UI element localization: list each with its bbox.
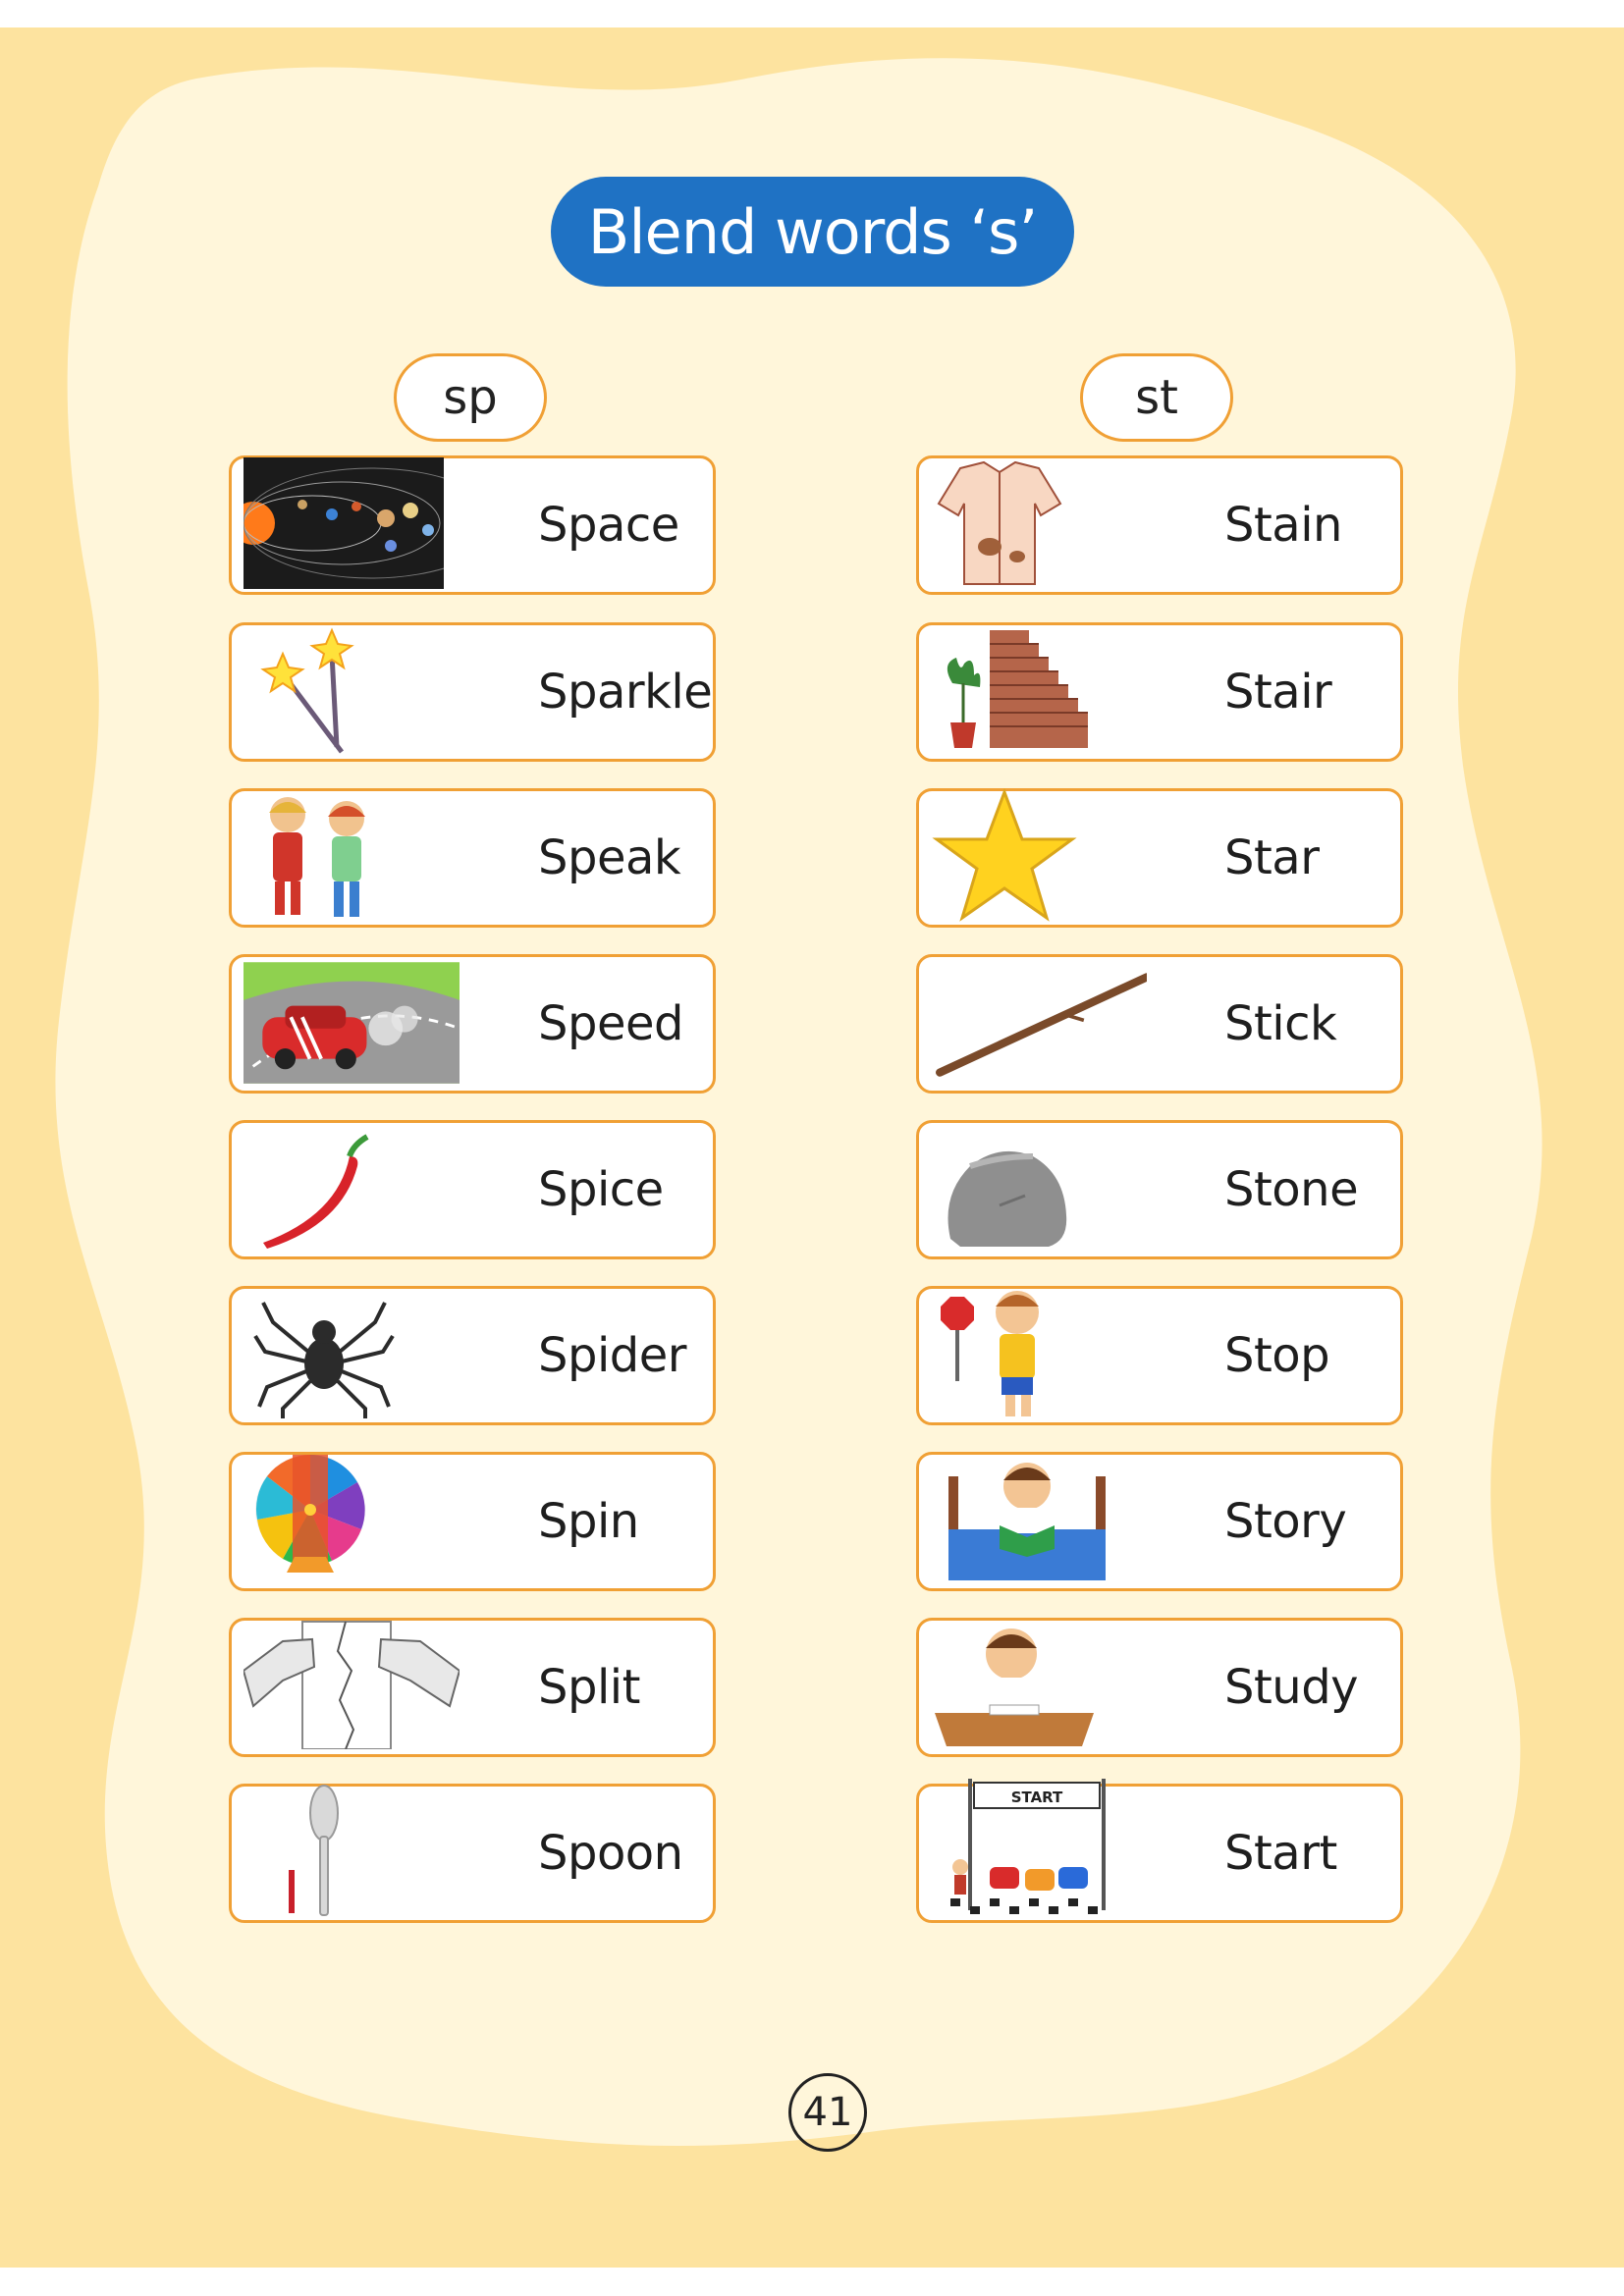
word-label: Sparkle <box>538 665 713 720</box>
word-label: Split <box>538 1660 640 1715</box>
word-card: Story <box>916 1452 1403 1591</box>
sparkler-icon <box>244 627 460 754</box>
word-label: Stain <box>1224 498 1342 553</box>
word-label: Stop <box>1224 1328 1330 1383</box>
star-icon <box>931 788 1147 922</box>
word-label: Stone <box>1224 1162 1359 1217</box>
word-card: Spice <box>229 1120 716 1259</box>
word-label: Story <box>1224 1494 1347 1549</box>
word-card: Study <box>916 1618 1403 1757</box>
word-label: Speed <box>538 996 683 1051</box>
racing-car-icon <box>244 962 460 1085</box>
staircase-icon <box>931 630 1147 753</box>
stone-icon <box>931 1131 1147 1251</box>
chili-pepper-icon <box>244 1131 460 1251</box>
word-card: Spider <box>229 1286 716 1425</box>
column-heading-sp: sp <box>394 353 547 442</box>
word-card: Speak <box>229 788 716 928</box>
spider-icon <box>244 1297 460 1418</box>
page-number: 41 <box>788 2073 867 2152</box>
boy-reading-icon <box>931 1463 1147 1582</box>
column-heading-st: st <box>1080 353 1233 442</box>
page-title: Blend words ‘s’ <box>551 177 1074 287</box>
word-card: Stain <box>916 455 1403 595</box>
boy-stop-sign-icon <box>931 1291 1147 1416</box>
word-card: Stone <box>916 1120 1403 1259</box>
word-label: Spin <box>538 1494 639 1549</box>
word-card: Stair <box>916 622 1403 762</box>
prize-wheel-icon <box>244 1455 460 1582</box>
word-card: Star <box>916 788 1403 928</box>
word-card: Sparkle <box>229 622 716 762</box>
word-label: Spice <box>538 1162 664 1217</box>
word-card: START Start <box>916 1779 1403 1923</box>
spoon-icon <box>244 1785 460 1916</box>
word-card: Space <box>229 455 716 595</box>
svg-text:START: START <box>1011 1789 1063 1806</box>
word-label: Stair <box>1224 665 1332 720</box>
kids-talking-icon <box>244 797 460 919</box>
word-label: Speak <box>538 830 681 885</box>
boy-studying-icon <box>931 1629 1147 1748</box>
word-card: Stop <box>916 1286 1403 1425</box>
word-card: Spin <box>229 1452 716 1591</box>
word-label: Star <box>1224 830 1320 885</box>
solar-system-icon <box>244 457 460 589</box>
word-label: Space <box>538 498 679 553</box>
stained-shirt-icon <box>931 460 1147 586</box>
word-label: Spoon <box>538 1826 683 1881</box>
word-card: Stick <box>916 954 1403 1094</box>
stick-icon <box>931 965 1147 1085</box>
word-label: Study <box>1224 1660 1359 1715</box>
word-label: Start <box>1224 1826 1337 1881</box>
word-label: Stick <box>1224 996 1337 1051</box>
race-start-icon: START <box>931 1779 1147 1914</box>
word-label: Spider <box>538 1328 687 1383</box>
word-card: Split <box>229 1618 716 1757</box>
word-card: Spoon <box>229 1784 716 1923</box>
word-card: Speed <box>229 954 716 1094</box>
torn-paper-icon <box>244 1621 460 1749</box>
